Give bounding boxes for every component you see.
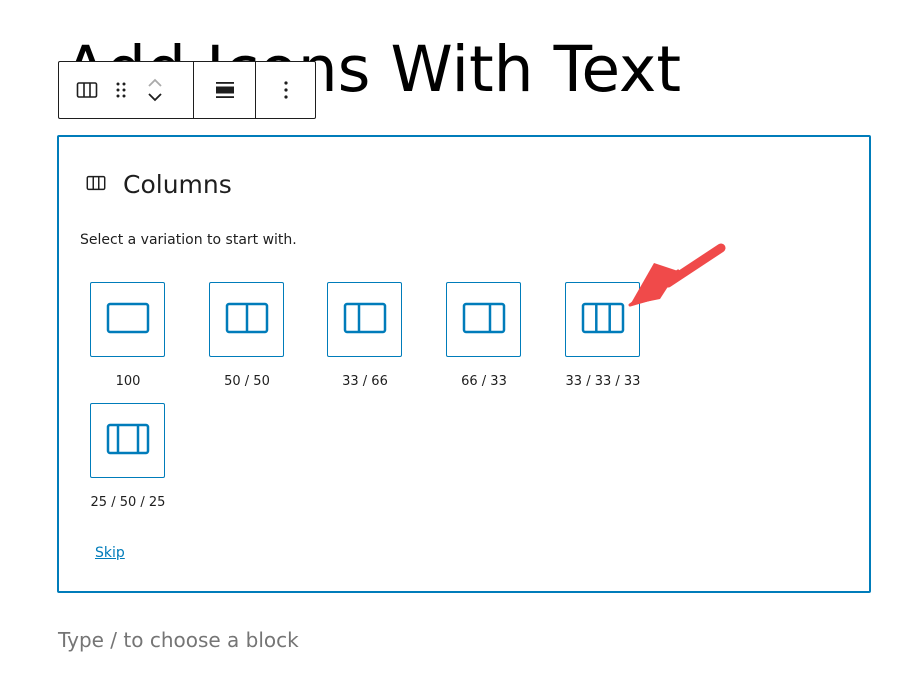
- variation-33-66-button[interactable]: [327, 282, 402, 357]
- variation-label: 66 / 33: [461, 374, 507, 389]
- columns-100-icon: [106, 302, 150, 338]
- variation-25-50-25-button[interactable]: [90, 403, 165, 478]
- block-type-button[interactable]: [67, 62, 107, 118]
- columns-66-33-icon: [462, 302, 506, 338]
- placeholder-title: Columns: [123, 170, 232, 199]
- variation-label: 50 / 50: [224, 374, 270, 389]
- variation-100-button[interactable]: [90, 282, 165, 357]
- drag-handle-button[interactable]: [107, 62, 135, 118]
- mover: [135, 62, 175, 118]
- block-appender-placeholder[interactable]: Type / to choose a block: [58, 628, 299, 652]
- variation-label: 25 / 50 / 25: [90, 495, 166, 510]
- variation-label: 33 / 66: [342, 374, 388, 389]
- columns-25-50-25-icon: [106, 423, 150, 459]
- annotation-arrow-icon: [620, 235, 740, 319]
- toolbar-group-more: [255, 62, 315, 118]
- move-up-button[interactable]: [146, 76, 164, 90]
- more-vertical-icon: [282, 79, 290, 101]
- columns-placeholder: Columns Select a variation to start with…: [57, 135, 871, 593]
- move-down-button[interactable]: [146, 90, 164, 104]
- columns-50-50-icon: [225, 302, 269, 338]
- more-options-button[interactable]: [256, 62, 315, 118]
- toolbar-group-block: [59, 62, 193, 118]
- variation-label: 33 / 33 / 33: [565, 374, 641, 389]
- columns-icon: [85, 172, 107, 198]
- chevron-up-icon: [146, 76, 164, 90]
- block-toolbar: [58, 61, 316, 119]
- placeholder-header: Columns: [85, 170, 232, 199]
- variation-50-50-button[interactable]: [209, 282, 284, 357]
- columns-33-33-33-icon: [581, 302, 625, 338]
- drag-handle-icon: [114, 80, 128, 100]
- columns-icon: [75, 78, 99, 102]
- variation-66-33-button[interactable]: [446, 282, 521, 357]
- skip-link[interactable]: Skip: [95, 545, 125, 561]
- align-wide-icon: [214, 79, 236, 101]
- variation-label: 100: [115, 374, 141, 389]
- placeholder-instructions: Select a variation to start with.: [80, 232, 297, 248]
- align-button[interactable]: [194, 62, 255, 118]
- chevron-down-icon: [146, 90, 164, 104]
- toolbar-group-align: [193, 62, 255, 118]
- columns-33-66-icon: [343, 302, 387, 338]
